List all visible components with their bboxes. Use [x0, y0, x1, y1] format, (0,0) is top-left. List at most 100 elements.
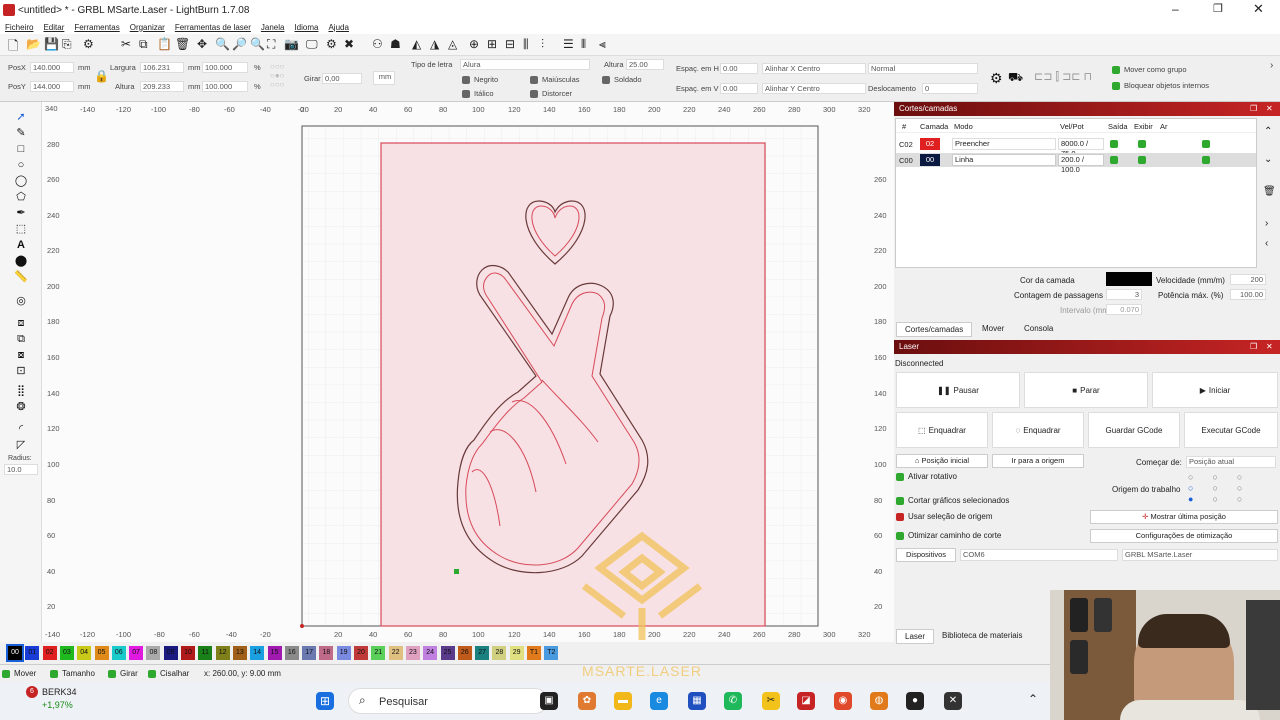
taskbar-search[interactable]: ⌕ Pesquisar — [348, 688, 548, 714]
palette-swatch[interactable]: 23 — [405, 646, 420, 660]
origin-radio-grid[interactable]: ○○○ ○○○ ●○○ — [1188, 472, 1268, 506]
start-button[interactable]: ▶ Iniciar — [1152, 372, 1278, 408]
windows-start-icon[interactable]: ⊞ — [316, 692, 334, 710]
flip-h-icon[interactable]: ◭ — [412, 37, 421, 51]
delete-icon[interactable]: 🗑 — [175, 37, 190, 51]
layer-swatch[interactable]: 00 — [920, 154, 940, 166]
frame-rect-button[interactable]: ⬚ Enquadrar — [896, 412, 988, 448]
palette-swatch[interactable]: 04 — [77, 646, 92, 660]
palette-swatch[interactable]: 15 — [267, 646, 282, 660]
chevron-up-icon[interactable]: ⌃ — [1028, 692, 1038, 706]
palette-swatch[interactable]: 26 — [457, 646, 472, 660]
start-from-select[interactable]: Posição atual — [1186, 456, 1276, 468]
palette-swatch[interactable]: 14 — [250, 646, 265, 660]
flip-v-icon[interactable]: ◮ — [430, 37, 439, 51]
welded-checkbox[interactable]: Soldado — [602, 75, 642, 85]
air-toggle[interactable] — [1202, 156, 1210, 164]
lock-icon[interactable]: 🔒 — [94, 69, 109, 83]
palette-swatch[interactable]: 11 — [198, 646, 213, 660]
palette-swatch[interactable]: 07 — [129, 646, 144, 660]
menu-window[interactable]: Janela — [261, 23, 285, 32]
mirror-icon[interactable]: ◬ — [448, 37, 457, 51]
device-select[interactable]: GRBL MSarte.Laser — [1122, 549, 1278, 561]
menu-arrange[interactable]: Organizar — [130, 23, 165, 32]
italic-checkbox[interactable]: Itálico — [462, 89, 494, 99]
menu-edit[interactable]: Editar — [43, 23, 64, 32]
close-window-button[interactable]: ✕ — [1253, 1, 1264, 17]
frame-icon[interactable]: ⬚ — [14, 222, 28, 236]
canvas-area[interactable]: 340 -140 -120 -100 -80 -60 -40 -20 0 20 … — [42, 102, 894, 642]
devices-button[interactable]: Dispositivos — [896, 548, 956, 562]
float-icon[interactable]: ❐ — [1250, 102, 1257, 116]
float-icon[interactable]: ❐ — [1250, 340, 1257, 354]
polygon-icon[interactable]: ⬠ — [14, 190, 28, 204]
palette-swatch[interactable]: 19 — [336, 646, 351, 660]
truck-icon[interactable]: ⛟ — [1008, 70, 1023, 86]
palette-swatch[interactable]: T2 — [544, 646, 559, 660]
interval-field[interactable]: 0.070 — [1106, 304, 1142, 315]
origin-marker[interactable] — [454, 569, 459, 574]
folder-icon[interactable]: ✂ — [762, 692, 780, 710]
layer-color-swatch[interactable] — [1106, 272, 1152, 286]
text-mode-select[interactable]: Normal — [868, 63, 978, 74]
app-icon[interactable]: ● — [906, 692, 924, 710]
paste-icon[interactable]: 📋 — [157, 37, 172, 51]
move-group-checkbox[interactable]: Mover como grupo — [1112, 65, 1187, 75]
port-select[interactable]: COM6 — [960, 549, 1118, 561]
show-toggle[interactable] — [1138, 156, 1146, 164]
unit-toggle-button[interactable]: mm — [373, 71, 395, 85]
rectangle-icon[interactable]: □ — [14, 142, 28, 156]
arrow-left-icon[interactable]: ‹ — [1265, 238, 1268, 249]
layer-row[interactable]: C02 02 Preencher 8000.0 / 75.0 — [896, 137, 1256, 158]
weld-icon[interactable]: ⊡ — [14, 364, 28, 378]
pause-button[interactable]: ❚❚ Pausar — [896, 372, 1020, 408]
lock-objects-checkbox[interactable]: Bloquear objetos internos — [1112, 81, 1209, 91]
group-tools-icon[interactable]: ⚙ — [990, 70, 1003, 87]
tools-icon[interactable]: ✖ — [344, 37, 354, 51]
save-icon[interactable]: 💾 — [44, 37, 59, 51]
array-icon[interactable]: ⣿ — [14, 384, 28, 398]
frame-round-button[interactable]: ◌ Enquadrar — [992, 412, 1084, 448]
distribute-v-icon[interactable]: ⫶ — [541, 37, 544, 52]
palette-swatch[interactable]: 09 — [163, 646, 178, 660]
rotate-field[interactable]: 0,00 — [322, 73, 362, 84]
run-gcode-button[interactable]: Executar GCode — [1184, 412, 1278, 448]
distort-checkbox[interactable]: Distorcer — [530, 89, 572, 99]
palette-swatch[interactable]: 17 — [302, 646, 317, 660]
corner-round-icon[interactable]: ◜ — [14, 422, 28, 436]
tab-move[interactable]: Mover — [974, 322, 1012, 335]
align-y-select[interactable]: Alinhar Y Centro — [762, 83, 866, 94]
menu-tools[interactable]: Ferramentas — [74, 23, 119, 32]
copilot-icon[interactable]: ✿ — [578, 692, 596, 710]
align-tools-icon[interactable]: ⊏⊐ ⫿ ⊐⊏ ⊓ — [1034, 70, 1092, 84]
align-center-icon[interactable]: ⊕ — [469, 37, 479, 51]
save-gcode-button[interactable]: Guardar GCode — [1088, 412, 1180, 448]
show-last-position-button[interactable]: ✛ Mostrar última posição — [1090, 510, 1278, 524]
spacing-v-icon[interactable]: ⫴ — [581, 37, 586, 52]
edge-icon[interactable]: e — [650, 692, 668, 710]
home-button[interactable]: ⌂ Posição inicial — [896, 454, 988, 468]
show-toggle[interactable] — [1138, 140, 1146, 148]
import-icon[interactable]: ⎘ — [62, 37, 72, 52]
gear-icon[interactable]: ⚙ — [326, 37, 337, 51]
goto-origin-button[interactable]: Ir para a origem — [992, 454, 1084, 468]
palette-swatch[interactable]: 25 — [440, 646, 455, 660]
align-right-icon[interactable]: ⊟ — [505, 37, 515, 51]
palette-swatch[interactable]: 13 — [232, 646, 247, 660]
palette-swatch[interactable]: 22 — [388, 646, 403, 660]
store-icon[interactable]: ▦ — [688, 692, 706, 710]
palette-swatch[interactable]: T1 — [527, 646, 541, 660]
zoom-fit-icon[interactable]: 🔍 — [250, 37, 265, 51]
move-icon[interactable]: ✥ — [197, 37, 207, 51]
output-toggle[interactable] — [1110, 156, 1118, 164]
palette-swatch[interactable]: 00 — [6, 644, 24, 662]
boolean-subtract-icon[interactable]: ⧉ — [14, 332, 28, 346]
caps-checkbox[interactable]: Maiúsculas — [530, 75, 580, 85]
spacing-h-icon[interactable]: ☰ — [563, 37, 574, 51]
tab-console[interactable]: Consola — [1016, 322, 1061, 335]
hspace-field[interactable]: 0.00 — [720, 63, 758, 74]
palette-swatch[interactable]: 05 — [94, 646, 109, 660]
edit-nodes-icon[interactable]: ✎ — [14, 126, 28, 140]
settings-icon[interactable]: ⚙ — [83, 37, 94, 51]
scale-height-field[interactable]: 100.000 — [202, 81, 248, 92]
